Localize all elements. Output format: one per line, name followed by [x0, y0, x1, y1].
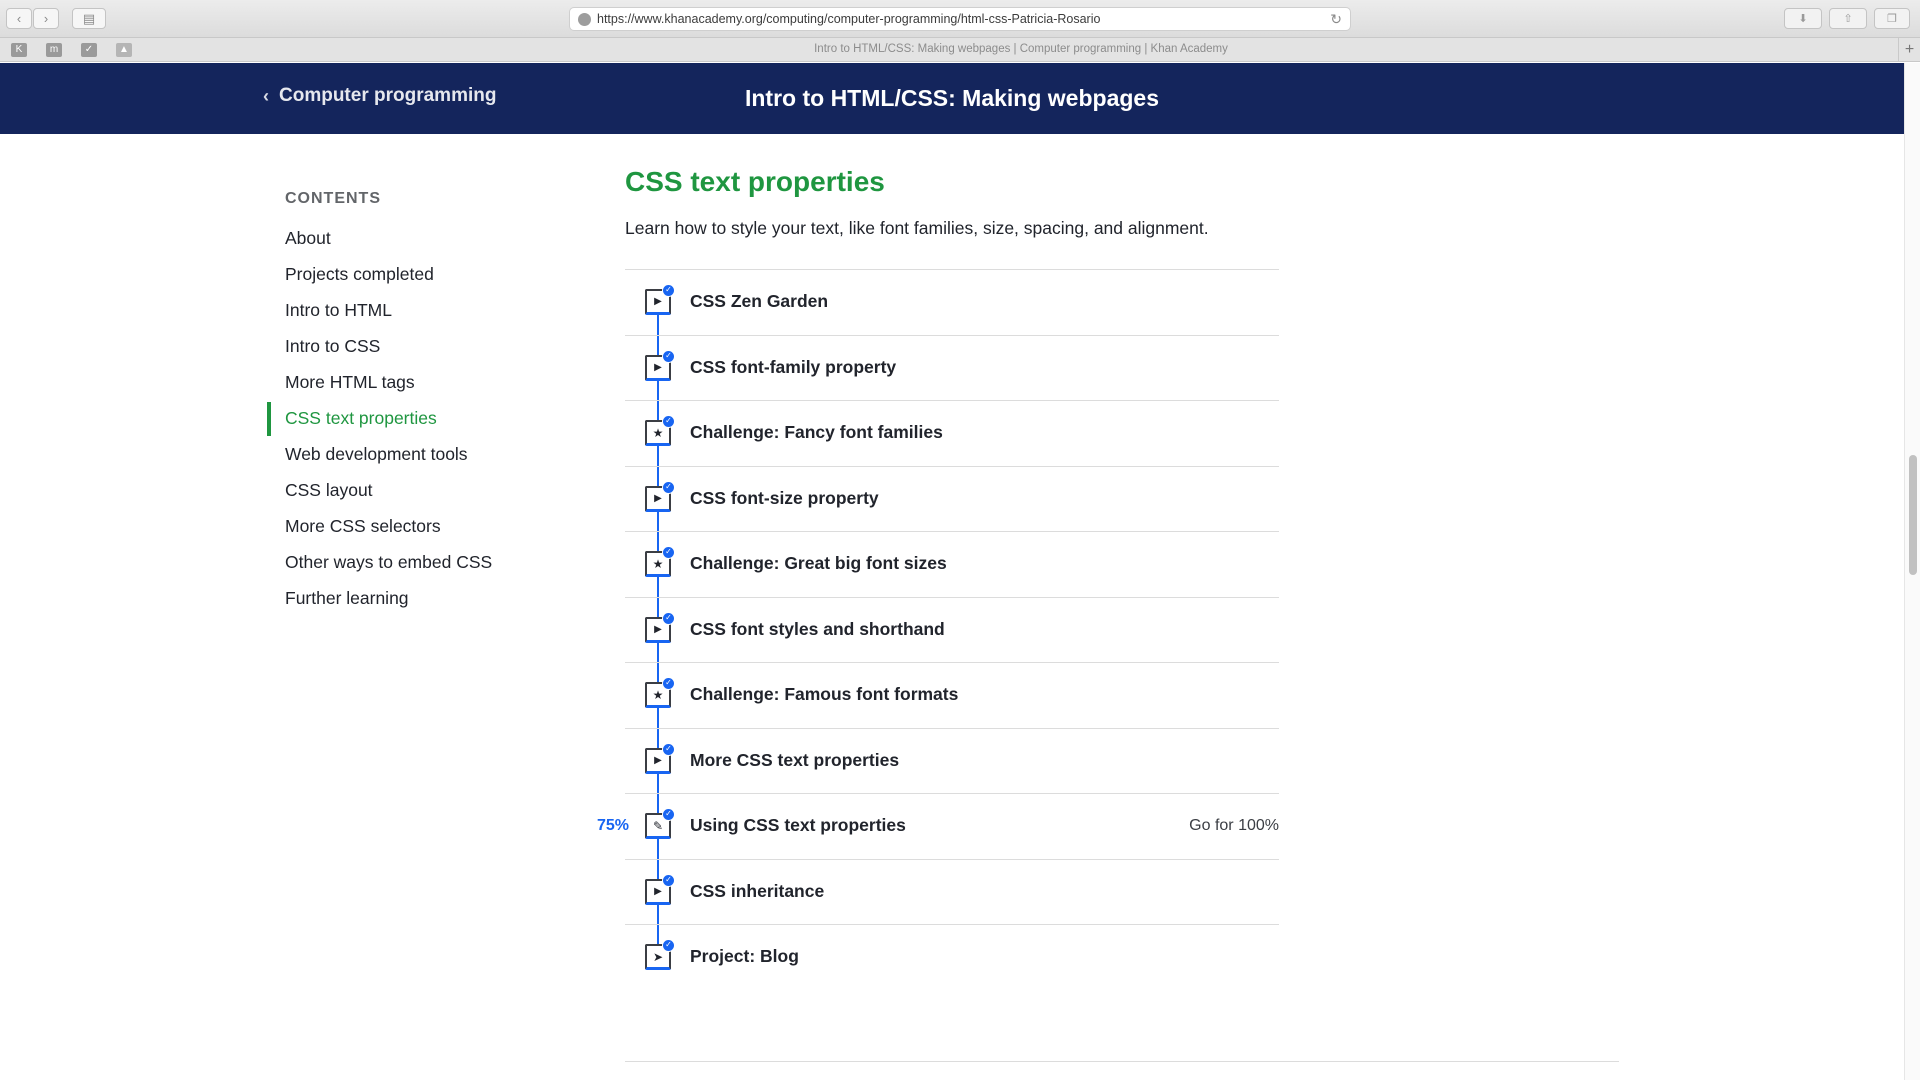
- forward-button[interactable]: ›: [33, 8, 59, 29]
- bookmark-3[interactable]: ✓: [72, 41, 106, 59]
- back-button[interactable]: ‹: [6, 8, 32, 29]
- sidebar-item-web-development-tools[interactable]: Web development tools: [267, 438, 567, 474]
- lesson-title[interactable]: Project: Blog: [690, 946, 799, 967]
- completed-check-icon: ✓: [662, 873, 675, 887]
- share-icon: ⇧: [1843, 13, 1853, 25]
- lesson-title[interactable]: CSS font-size property: [690, 488, 879, 509]
- downloads-button[interactable]: ⬇: [1784, 8, 1822, 29]
- address-bar[interactable]: https://www.khanacademy.org/computing/co…: [569, 7, 1351, 31]
- tabs-icon: ❐: [1887, 13, 1897, 25]
- sidebar-item-css-text-properties[interactable]: CSS text properties: [267, 402, 567, 438]
- download-icon: ⬇: [1798, 13, 1808, 25]
- lesson-item[interactable]: ★ ✓ Challenge: Great big font sizes: [625, 532, 1279, 598]
- reload-icon[interactable]: ↻: [1330, 11, 1342, 28]
- section-description: Learn how to style your text, like font …: [625, 218, 1209, 238]
- bookmark-icon: ▲: [116, 43, 132, 57]
- completed-check-icon: ✓: [662, 939, 675, 952]
- lesson-title[interactable]: Challenge: Famous font formats: [690, 684, 958, 705]
- go-for-100-link[interactable]: Go for 100%: [1189, 817, 1279, 835]
- sidebar-item-other-ways-to-embed-css[interactable]: Other ways to embed CSS: [267, 546, 567, 582]
- lesson-item[interactable]: ★ ✓ Challenge: Famous font formats: [625, 663, 1279, 729]
- completed-check-icon: ✓: [662, 611, 675, 625]
- completed-check-icon: ✓: [662, 284, 675, 297]
- lesson-title[interactable]: CSS font styles and shorthand: [690, 619, 945, 640]
- url-text: https://www.khanacademy.org/computing/co…: [597, 12, 1101, 26]
- lesson-item[interactable]: ➤ ✓ Project: Blog: [625, 925, 1279, 991]
- scrollbar-thumb[interactable]: [1909, 455, 1917, 575]
- lesson-list: ▶ ✓ CSS Zen Garden ▶ ✓ CSS font-family proper…: [597, 269, 1279, 991]
- sidebar-item-intro-to-css[interactable]: Intro to CSS: [267, 330, 567, 366]
- bookmark-icon: K: [11, 43, 27, 57]
- page-header: ‹ Computer programming Intro to HTML/CSS…: [0, 63, 1904, 134]
- bookmark-1[interactable]: K: [2, 41, 36, 59]
- new-tab-button[interactable]: +: [1898, 38, 1920, 62]
- completed-check-icon: ✓: [662, 546, 675, 559]
- tab-bar: K m ✓ ▲ Intro to HTML/CSS: Making webpag…: [0, 38, 1920, 62]
- page-title: Intro to HTML/CSS: Making webpages: [744, 85, 1159, 111]
- bookmark-icon: m: [46, 43, 62, 57]
- lesson-title[interactable]: More CSS text properties: [690, 750, 899, 771]
- site-icon: [578, 12, 591, 26]
- lesson-title[interactable]: Using CSS text properties: [690, 815, 906, 836]
- section-title: CSS text properties: [625, 166, 885, 197]
- completed-check-icon: ✓: [662, 349, 675, 363]
- completed-check-icon: ✓: [662, 677, 675, 690]
- lesson-item[interactable]: ▶ ✓ CSS Zen Garden: [625, 270, 1279, 336]
- bookmark-icon: ✓: [81, 43, 97, 57]
- progress-percent: 75%: [597, 817, 630, 834]
- lesson-item[interactable]: ▶ ✓ CSS font-size property: [625, 467, 1279, 532]
- bookmark-4[interactable]: ▲: [107, 41, 141, 59]
- table-of-contents: About Projects completed Intro to HTML Intr…: [267, 222, 567, 618]
- lesson-item[interactable]: ▶ ✓ More CSS text properties: [625, 729, 1279, 794]
- completed-check-icon: ✓: [662, 808, 675, 821]
- bookmark-2[interactable]: m: [37, 41, 71, 59]
- completed-check-icon: ✓: [662, 742, 675, 756]
- sidebar-item-more-html-tags[interactable]: More HTML tags: [267, 366, 567, 402]
- lesson-item[interactable]: ★ ✓ Challenge: Fancy font families: [625, 401, 1279, 467]
- lesson-title[interactable]: Challenge: Fancy font families: [690, 422, 943, 443]
- plus-icon: +: [1904, 41, 1915, 58]
- lesson-item[interactable]: ✎ ✓ Using CSS text properties 75% Go for 100…: [597, 794, 1279, 860]
- completed-check-icon: ✓: [662, 480, 675, 494]
- lesson-title[interactable]: Challenge: Great big font sizes: [690, 553, 947, 574]
- sidebar-item-more-css-selectors[interactable]: More CSS selectors: [267, 510, 567, 546]
- browser-toolbar: ‹ › ▤ https://www.khanacademy.org/comput…: [0, 0, 1920, 38]
- lesson-title[interactable]: CSS Zen Garden: [690, 291, 828, 312]
- sidebar-item-projects-completed[interactable]: Projects completed: [267, 258, 567, 294]
- sidebar-item-intro-to-html[interactable]: Intro to HTML: [267, 294, 567, 330]
- tabs-overview-button[interactable]: ❐: [1874, 8, 1910, 29]
- lesson-item[interactable]: ▶ ✓ CSS inheritance: [625, 860, 1279, 925]
- chevron-right-icon: ›: [43, 11, 49, 26]
- share-button[interactable]: ⇧: [1829, 8, 1867, 29]
- sidebar-item-further-learning[interactable]: Further learning: [267, 582, 567, 618]
- chevron-left-icon: ‹: [16, 11, 22, 26]
- completed-check-icon: ✓: [662, 415, 675, 428]
- sidebar-item-css-layout[interactable]: CSS layout: [267, 474, 567, 510]
- sidebar-toggle-button[interactable]: ▤: [72, 8, 106, 29]
- divider: [625, 1061, 1619, 1062]
- sidebar-icon: ▤: [82, 10, 96, 26]
- lesson-title[interactable]: CSS inheritance: [690, 881, 824, 902]
- scrollbar[interactable]: [1904, 63, 1920, 1080]
- lesson-item[interactable]: ▶ ✓ CSS font styles and shorthand: [625, 598, 1279, 663]
- sidebar-item-about[interactable]: About: [267, 222, 567, 258]
- lesson-item[interactable]: ▶ ✓ CSS font-family property: [625, 336, 1279, 401]
- active-tab-title[interactable]: Intro to HTML/CSS: Making webpages | Com…: [145, 43, 1897, 55]
- contents-heading: CONTENTS: [285, 190, 381, 207]
- lesson-title[interactable]: CSS font-family property: [690, 357, 896, 378]
